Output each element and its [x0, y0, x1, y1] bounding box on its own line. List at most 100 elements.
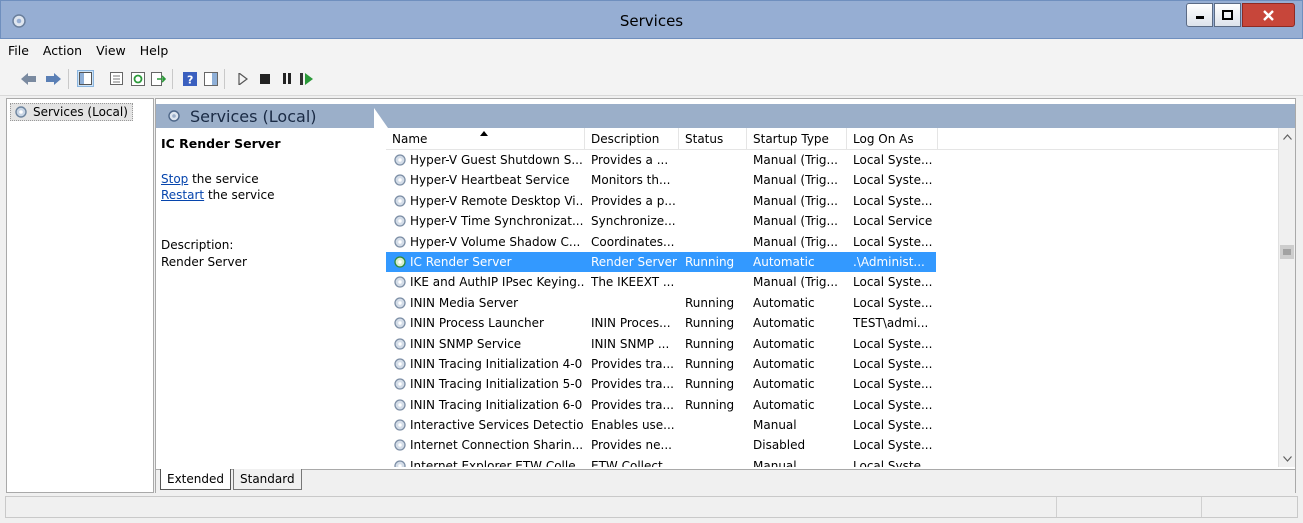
column-header-status[interactable]: Status [679, 128, 747, 150]
pause-service-button[interactable] [278, 70, 295, 87]
cell-startup-type: Manual (Trig... [753, 214, 838, 229]
cell-name: Hyper-V Guest Shutdown S... [392, 150, 584, 170]
back-button[interactable] [20, 70, 37, 87]
window-title: Services [619, 12, 684, 30]
table-row[interactable]: Hyper-V Time Synchronizat... Synchronize… [386, 211, 1278, 231]
cell-startup-type: Automatic [753, 316, 815, 331]
status-divider [1201, 497, 1202, 517]
service-gear-icon [394, 358, 406, 370]
cell-description: Coordinates... [591, 234, 675, 249]
properties-button[interactable] [108, 70, 125, 87]
cell-description: Synchronize... [591, 214, 676, 229]
stop-service-button[interactable] [256, 70, 273, 87]
table-row[interactable]: Hyper-V Guest Shutdown S... Provides a .… [386, 150, 1278, 170]
cell-name-text: Hyper-V Guest Shutdown S... [410, 153, 583, 167]
pane-header: Services (Local) [156, 99, 1295, 128]
column-header-log-on-as[interactable]: Log On As [847, 128, 938, 150]
menu-help[interactable]: Help [140, 43, 169, 58]
cell-startup-type: Disabled [753, 438, 806, 453]
cell-log-on-as: Local Syste... [853, 275, 933, 290]
pause-service-icon [282, 73, 291, 84]
tree-item-label: Services (Local) [33, 105, 128, 119]
column-header-description[interactable]: Description [585, 128, 679, 150]
cell-startup-type: Automatic [753, 336, 815, 351]
close-button[interactable] [1242, 3, 1295, 27]
table-row[interactable]: IKE and AuthIP IPsec Keying... The IKEEX… [386, 272, 1278, 292]
cell-startup-type: Manual (Trig... [753, 173, 838, 188]
pane-header-title: Services (Local) [156, 104, 374, 128]
refresh-icon [130, 71, 145, 86]
table-row[interactable]: Interactive Services Detection Enables u… [386, 415, 1278, 435]
scroll-down-button[interactable] [1279, 450, 1295, 467]
service-gear-icon [394, 317, 406, 329]
title-bar: Services [0, 0, 1303, 39]
forward-arrow-icon [45, 72, 61, 85]
cell-name-text: ININ SNMP Service [410, 336, 522, 351]
table-row[interactable]: Hyper-V Heartbeat Service Monitors th...… [386, 170, 1278, 190]
table-row[interactable]: ININ Process Launcher ININ Proces... Run… [386, 313, 1278, 333]
tab-extended[interactable]: Extended [160, 469, 231, 490]
table-row[interactable]: Hyper-V Volume Shadow C... Coordinates..… [386, 232, 1278, 252]
table-row-selected[interactable]: IC Render Server Render Server Running A… [386, 251, 936, 273]
show-hide-tree-button[interactable] [77, 70, 94, 87]
column-header-startup-type[interactable]: Startup Type [747, 128, 847, 150]
stop-action-line: Stop the service [161, 172, 259, 186]
menu-action[interactable]: Action [43, 43, 82, 58]
start-service-button[interactable] [234, 70, 251, 87]
stop-service-link[interactable]: Stop [161, 172, 188, 186]
help-button[interactable]: ? [181, 70, 198, 87]
export-list-button[interactable] [150, 70, 167, 87]
show-action-pane-icon [203, 71, 218, 86]
grip-icon [1283, 249, 1291, 255]
tree-item-services-local[interactable]: Services (Local) [10, 103, 133, 121]
maximize-button[interactable] [1214, 3, 1241, 27]
services-gear-icon [168, 110, 180, 122]
table-row[interactable]: ININ Media Server Running Automatic Loca… [386, 293, 1278, 313]
table-row[interactable]: Internet Connection Sharin... Provides n… [386, 435, 1278, 455]
table-row[interactable]: Hyper-V Remote Desktop Vi... Provides a … [386, 191, 1278, 211]
cell-description: Monitors th... [591, 173, 671, 188]
column-header-name[interactable]: Name [386, 128, 585, 150]
cell-description: Enables use... [591, 418, 675, 433]
show-action-pane-button[interactable] [202, 70, 219, 87]
table-row[interactable]: ININ Tracing Initialization 5-0 Provides… [386, 374, 1278, 394]
forward-button[interactable] [44, 70, 61, 87]
status-divider [1056, 497, 1057, 517]
cell-name-text: ININ Tracing Initialization 6-0 [410, 397, 583, 412]
cell-status: Running [685, 356, 735, 371]
cell-status: Running [685, 254, 735, 269]
service-gear-icon [394, 439, 406, 452]
table-row[interactable]: Internet Explorer ETW Colle... ETW Colle… [386, 456, 1278, 467]
resume-service-button[interactable] [298, 70, 315, 87]
table-body: Hyper-V Guest Shutdown S... Provides a .… [386, 150, 1278, 467]
cell-description: Provides tra... [591, 356, 674, 371]
cell-name-text: ININ Media Server [410, 295, 519, 310]
cell-name-text: IC Render Server [410, 254, 512, 269]
cell-name: ININ SNMP Service [392, 334, 584, 354]
scrollbar-thumb[interactable] [1280, 245, 1294, 259]
table-row[interactable]: ININ Tracing Initialization 4-0 Provides… [386, 354, 1278, 374]
refresh-button[interactable] [129, 70, 146, 87]
cell-startup-type: Manual [753, 458, 797, 467]
menu-file[interactable]: File [8, 43, 29, 58]
restart-link-suffix: the service [204, 188, 275, 202]
start-service-icon [237, 72, 248, 85]
cell-name: Hyper-V Remote Desktop Vi... [392, 191, 584, 211]
cell-log-on-as: TEST\admi... [853, 316, 929, 331]
minimize-button[interactable] [1186, 3, 1213, 27]
vertical-scrollbar[interactable] [1278, 128, 1295, 467]
scroll-up-button[interactable] [1279, 128, 1295, 145]
service-gear-icon [394, 154, 406, 166]
view-tabs: Extended Standard [156, 469, 1295, 493]
cell-status: Running [685, 397, 735, 412]
restart-service-link[interactable]: Restart [161, 188, 204, 202]
description-text: Render Server [161, 255, 247, 269]
service-gear-icon [394, 256, 406, 268]
tab-standard[interactable]: Standard [233, 469, 302, 490]
table-row[interactable]: ININ Tracing Initialization 6-0 Provides… [386, 395, 1278, 415]
services-gear-icon [15, 106, 27, 118]
menu-view[interactable]: View [96, 43, 126, 58]
table-row[interactable]: ININ SNMP Service ININ SNMP ... Running … [386, 334, 1278, 354]
cell-name: IKE and AuthIP IPsec Keying... [392, 272, 584, 292]
cell-log-on-as: Local Syste... [853, 336, 933, 351]
